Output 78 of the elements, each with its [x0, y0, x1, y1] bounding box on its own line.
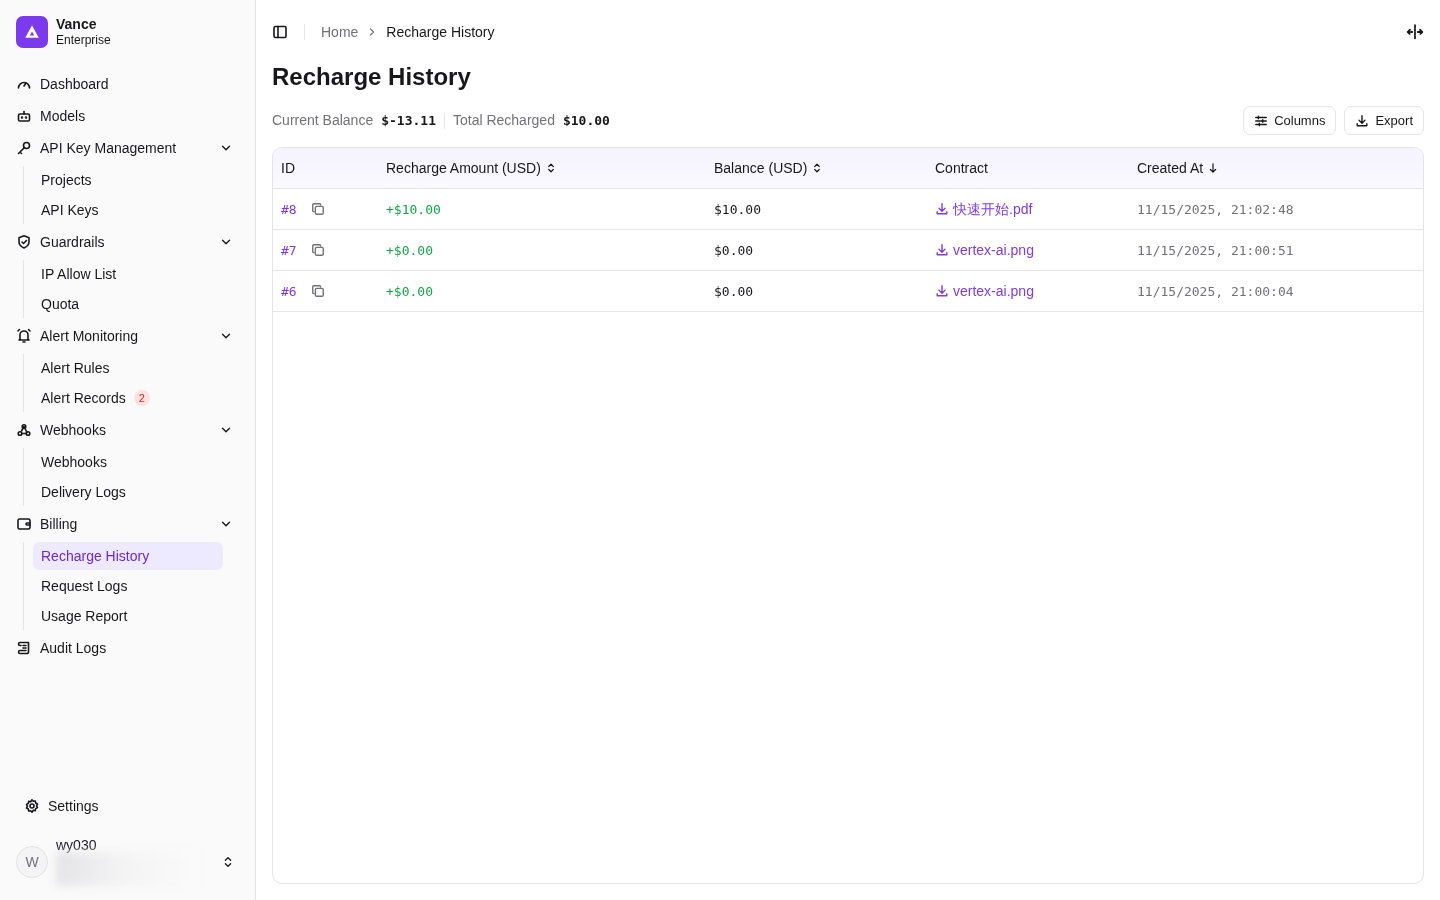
column-header-cell[interactable]: ID	[273, 148, 378, 190]
sidebar-item[interactable]: Models	[16, 100, 239, 132]
count-badge: 2	[133, 390, 150, 406]
brand-subtitle: Enterprise	[56, 33, 111, 48]
column-header-cell[interactable]: Contract	[927, 148, 1129, 190]
gear-icon	[24, 798, 40, 814]
download-icon	[935, 243, 949, 258]
move-icon[interactable]	[1406, 23, 1424, 41]
sidebar-group[interactable]: Billing	[16, 508, 239, 540]
sidebar-item[interactable]: Projects	[33, 166, 223, 194]
column-header[interactable]: Contract	[935, 157, 988, 179]
download-icon	[935, 284, 949, 299]
sidebar-item[interactable]: Usage Report	[33, 602, 223, 630]
breadcrumb-current: Recharge History	[386, 22, 495, 42]
copy-icon[interactable]	[310, 202, 325, 217]
wallet-icon	[16, 516, 32, 532]
column-header-cell[interactable]: Recharge Amount (USD)	[378, 148, 706, 190]
download-icon	[1355, 113, 1370, 128]
sidebar-item[interactable]: IP Allow List	[33, 260, 223, 288]
sidebar-item[interactable]: Quota	[33, 290, 223, 318]
breadcrumb-link[interactable]: Home	[321, 21, 359, 43]
file-link[interactable]: vertex-ai.png	[935, 239, 1034, 261]
table-cell-text: 11/15/2025, 21:00:04	[1137, 282, 1294, 301]
table-cell-text: +$0.00	[386, 282, 433, 301]
sidebar-group[interactable]: API Key Management	[16, 132, 239, 164]
copy-icon[interactable]	[310, 284, 325, 299]
sidebar-item[interactable]: Recharge History	[33, 542, 223, 570]
settings-link[interactable]: Settings	[16, 790, 239, 822]
logo-icon	[16, 16, 48, 48]
record-id-link[interactable]: #7	[281, 240, 297, 261]
copy-icon[interactable]	[310, 243, 325, 258]
sidebar-group[interactable]: Webhooks	[16, 414, 239, 446]
sidebar-item[interactable]: Request Logs	[33, 572, 223, 600]
sidebar-group[interactable]: Guardrails	[16, 226, 239, 258]
sidebar-item[interactable]: Audit Logs	[16, 632, 239, 664]
table-cell-text: $0.00	[714, 241, 754, 260]
key-icon	[16, 140, 32, 156]
page-title: Recharge History	[272, 63, 472, 92]
sidebar-group[interactable]: Alert Monitoring	[16, 320, 239, 352]
robot-icon	[16, 108, 32, 124]
table-cell-text: +$10.00	[386, 200, 441, 219]
record-id-link[interactable]: #6	[281, 281, 297, 302]
table-cell-text: $10.00	[714, 200, 761, 219]
sidebar-item[interactable]: API Keys	[33, 196, 223, 224]
record-id-link[interactable]: #8	[281, 199, 297, 220]
sliders-icon	[1254, 113, 1269, 128]
column-header[interactable]: Balance (USD)	[714, 157, 808, 179]
download-icon	[935, 202, 949, 217]
column-header[interactable]: Created At	[1137, 157, 1204, 179]
shield-icon	[16, 234, 32, 250]
table-cell-text: +$0.00	[386, 241, 433, 260]
summary-value: $-13.11	[381, 111, 436, 130]
column-header-cell[interactable]: Created At	[1129, 148, 1423, 190]
sidebar-item[interactable]: Delivery Logs	[33, 478, 223, 506]
sidebar-item[interactable]: Dashboard	[16, 68, 239, 100]
sidebar-item[interactable]: Alert Records 2	[33, 384, 223, 412]
summary-label: Total Recharged	[452, 111, 555, 131]
bell-icon	[16, 328, 32, 344]
column-header[interactable]: ID	[281, 157, 295, 179]
table-cell-text: $0.00	[714, 282, 754, 301]
file-link[interactable]: vertex-ai.png	[935, 280, 1034, 302]
user-name: wy030	[56, 838, 98, 852]
brand-name: Vance	[56, 16, 98, 33]
table-cell-text: 11/15/2025, 21:00:51	[1137, 241, 1294, 260]
column-header[interactable]: Recharge Amount (USD)	[386, 157, 541, 179]
table-cell-text: 11/15/2025, 21:02:48	[1137, 200, 1294, 219]
sidebar-item[interactable]: Webhooks	[33, 448, 223, 476]
toolbar-button[interactable]: Export	[1344, 105, 1424, 136]
scroll-icon	[16, 640, 32, 656]
summary-value: $10.00	[562, 111, 610, 130]
file-link[interactable]: 快速开始.pdf	[935, 198, 1033, 220]
summary-label: Current Balance	[272, 111, 374, 131]
webhook-icon	[16, 422, 32, 438]
user-avatar[interactable]: W	[16, 846, 48, 878]
toolbar-button[interactable]: Columns	[1243, 105, 1337, 136]
sidebar-item[interactable]: Alert Rules	[33, 354, 223, 382]
sidebar-toggle-icon[interactable]	[272, 24, 288, 40]
column-header-cell[interactable]: Balance (USD)	[706, 148, 927, 190]
